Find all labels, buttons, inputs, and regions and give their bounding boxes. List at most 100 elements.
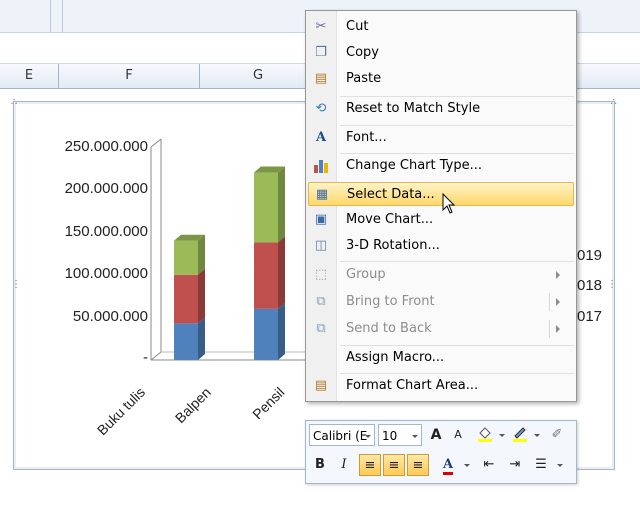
context-menu: ✂ Cut ❐ Copy ▤ Paste ⟲ Reset to Match St… [305, 10, 577, 402]
bar-segment-front [254, 242, 278, 309]
menu-item-label: Font... [346, 130, 387, 145]
menu-item-label: Group [346, 267, 386, 282]
font-color-icon: A [442, 458, 454, 475]
menu-item-move-chart[interactable]: ▣ Move Chart... [308, 208, 574, 232]
bar-segment-side [198, 317, 205, 360]
copy-icon: ❐ [315, 45, 327, 60]
mouse-cursor-icon [442, 193, 456, 214]
menu-item-label: Cut [346, 19, 369, 34]
align-center-icon: ≡ [388, 458, 400, 473]
menu-item-copy[interactable]: ❐ Copy [308, 41, 574, 65]
menu-item-label: Bring to Front [346, 294, 435, 309]
menu-item-label: Move Chart... [346, 212, 434, 227]
legend-entry-2017[interactable]: 017 [577, 308, 602, 325]
menu-item-label: Assign Macro... [346, 350, 445, 365]
menu-item-change-chart-type[interactable]: Change Chart Type... [308, 154, 574, 178]
menu-item-reset-style[interactable]: ⟲ Reset to Match Style [308, 97, 574, 121]
format-painter-button[interactable]: ✐ [546, 424, 568, 446]
shrink-font-icon: A [454, 428, 462, 441]
font-color-dropdown-icon[interactable] [464, 464, 470, 467]
bar-segment-front [174, 240, 198, 275]
mini-toolbar: Calibri (E 10 A A ✐ B I ≡ ≡ ≡ A ⇤ ⇥ ☰ [305, 420, 577, 484]
legend-entry-2019[interactable]: 019 [577, 247, 602, 264]
bar-segment-side [198, 234, 205, 275]
menu-item-label: Paste [346, 71, 382, 86]
menu-item-paste[interactable]: ▤ Paste [308, 67, 574, 91]
bar-segment-side [278, 302, 285, 360]
font-name-box[interactable]: Calibri (E [309, 424, 375, 446]
align-center-button[interactable]: ≡ [383, 454, 405, 476]
menu-item-font[interactable]: A Font... [308, 126, 574, 150]
font-name-dropdown-icon [365, 435, 371, 438]
menu-item-label: Format Chart Area... [346, 378, 479, 393]
menu-item-send-to-back[interactable]: ⧉ Send to Back [308, 317, 574, 341]
menu-item-assign-macro[interactable]: Assign Macro... [308, 346, 574, 370]
fill-bucket-icon [478, 427, 492, 442]
align-right-icon: ≡ [412, 458, 424, 473]
font-name-value: Calibri (E [313, 429, 368, 443]
bullets-dropdown-icon[interactable] [557, 464, 563, 467]
bar-segment-front [174, 323, 198, 360]
select-data-icon: ▦ [315, 187, 329, 202]
line-color-dropdown-icon[interactable] [534, 434, 540, 437]
menu-item-cut[interactable]: ✂ Cut [308, 15, 574, 39]
menu-item-label: Copy [346, 45, 379, 60]
submenu-arrow-icon [556, 271, 560, 279]
font-size-box[interactable]: 10 [378, 424, 422, 446]
grow-font-icon: A [430, 427, 442, 443]
ribbon-separator [50, 0, 51, 32]
font-color-button[interactable]: A [437, 454, 459, 476]
menu-item-label: Select Data... [347, 187, 435, 202]
bar-segment-side [278, 236, 285, 309]
scissors-icon: ✂ [315, 19, 327, 34]
chart-type-icon [312, 157, 330, 175]
bar-segment-side [278, 166, 285, 243]
line-color-button[interactable] [509, 424, 531, 446]
menu-item-select-data[interactable]: ▦ Select Data... [308, 182, 574, 206]
bar-segment-front [254, 308, 278, 360]
italic-icon: I [341, 457, 347, 472]
paste-icon: ▤ [314, 71, 328, 86]
bar-segment-side [198, 268, 205, 324]
split-separator [549, 320, 550, 338]
bullets-button[interactable]: ☰ [530, 454, 552, 476]
menu-item-label: 3-D Rotation... [346, 238, 440, 253]
submenu-arrow-icon [556, 325, 560, 333]
menu-item-format-chart-area[interactable]: ▤ Format Chart Area... [308, 374, 574, 398]
decrease-indent-icon: ⇤ [483, 457, 495, 472]
bar-segment-front [174, 274, 198, 324]
font-icon: A [315, 130, 327, 145]
submenu-arrow-icon [556, 298, 560, 306]
rotation-icon: ◫ [314, 238, 328, 253]
increase-indent-icon: ⇥ [509, 457, 521, 472]
menu-item-label: Reset to Match Style [346, 101, 481, 116]
align-left-icon: ≡ [364, 458, 376, 473]
menu-item-group[interactable]: ⬚ Group [308, 263, 574, 287]
format-area-icon: ▤ [314, 378, 328, 393]
move-chart-icon: ▣ [314, 212, 328, 227]
bring-front-icon: ⧉ [316, 294, 326, 309]
column-header-f[interactable]: F [59, 64, 200, 88]
column-header-e[interactable]: E [0, 64, 59, 88]
menu-item-bring-to-front[interactable]: ⧉ Bring to Front [308, 290, 574, 314]
bold-icon: B [315, 457, 325, 472]
fill-color-dropdown-icon[interactable] [499, 434, 505, 437]
align-left-button[interactable]: ≡ [359, 454, 381, 476]
decrease-indent-button[interactable]: ⇤ [478, 454, 500, 476]
bullets-icon: ☰ [535, 457, 547, 472]
fill-color-button[interactable] [474, 424, 496, 446]
shrink-font-button[interactable]: A [447, 424, 469, 446]
format-painter-icon: ✐ [551, 427, 563, 442]
align-right-button[interactable]: ≡ [407, 454, 429, 476]
increase-indent-button[interactable]: ⇥ [504, 454, 526, 476]
menu-separator [340, 261, 574, 262]
column-header-g[interactable]: G [200, 64, 317, 88]
font-size-dropdown-icon [412, 435, 418, 438]
bold-button[interactable]: B [309, 454, 331, 476]
grow-font-button[interactable]: A [425, 424, 447, 446]
legend-entry-2018[interactable]: 018 [577, 277, 602, 294]
menu-item-3d-rotation[interactable]: ◫ 3-D Rotation... [308, 234, 574, 258]
italic-button[interactable]: I [333, 454, 355, 476]
pen-icon [513, 427, 527, 442]
ribbon-separator [62, 0, 63, 32]
